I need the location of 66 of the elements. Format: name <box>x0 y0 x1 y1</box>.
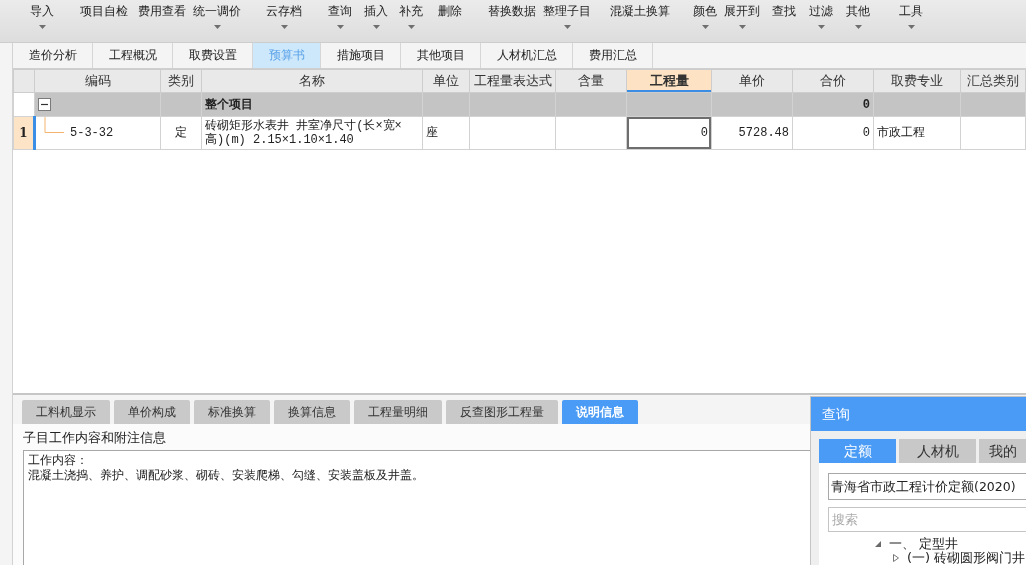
total-cell: 0 <box>792 92 874 117</box>
column-header[interactable]: 名称 <box>201 69 423 93</box>
toolbar-button[interactable]: 项目自检 <box>78 0 130 34</box>
expanded-arrow-icon[interactable] <box>874 540 882 548</box>
view-tab[interactable]: 人材机汇总 <box>481 43 573 68</box>
toolbar-button[interactable]: 替换数据 <box>486 0 538 34</box>
toolbar-button[interactable]: 整理子目 <box>541 0 593 34</box>
detail-tab[interactable]: 工料机显示 <box>22 400 110 424</box>
notes-line: 混凝土浇捣、养护、调配砂浆、砌砖、安装爬梯、勾缝、安装盖板及井盖。 <box>28 468 424 483</box>
view-tab[interactable]: 措施项目 <box>321 43 401 68</box>
toolbar-button[interactable]: 查找 <box>770 0 798 34</box>
fee-category-cell: 市政工程 <box>873 116 961 150</box>
toolbar-button[interactable]: 工具 <box>897 0 925 34</box>
toolbar-button[interactable]: 过滤 <box>807 0 835 34</box>
collapse-icon[interactable] <box>38 97 51 111</box>
column-header[interactable]: 汇总类别 <box>960 69 1026 93</box>
toolbar-button[interactable]: 补充 <box>397 0 425 34</box>
column-header[interactable]: 工程量 <box>626 69 712 93</box>
toolbar-button[interactable]: 统一调价 <box>191 0 243 34</box>
notes-line: 工作内容： <box>28 453 88 468</box>
name-cell: 整个项目 <box>201 92 423 117</box>
view-tab[interactable]: 费用汇总 <box>573 43 653 68</box>
column-header[interactable]: 单位 <box>422 69 470 93</box>
code-text: 5-3-32 <box>70 125 114 140</box>
detail-tab[interactable]: 标准换算 <box>194 400 270 424</box>
unit-cell: 座 <box>422 116 470 150</box>
detail-tab[interactable]: 工程量明细 <box>354 400 442 424</box>
quantity-cell[interactable]: 0 <box>626 116 712 150</box>
column-header[interactable]: 取费专业 <box>873 69 961 93</box>
toolbar-button[interactable]: 查询 <box>326 0 354 34</box>
column-header[interactable]: 合价 <box>792 69 874 93</box>
detail-tab[interactable]: 反查图形工程量 <box>446 400 558 424</box>
toolbar-button[interactable]: 其他 <box>844 0 872 34</box>
detail-tab[interactable]: 单价构成 <box>114 400 190 424</box>
row-number: 1 <box>13 116 35 150</box>
toolbar-button[interactable]: 展开到 <box>722 0 762 34</box>
tree-item[interactable]: 一、 定型井 <box>889 537 959 551</box>
column-header[interactable]: 含量 <box>555 69 627 93</box>
toolbar-button[interactable]: 插入 <box>362 0 390 34</box>
type-cell: 定 <box>160 116 202 150</box>
tree-connector-line <box>44 117 64 133</box>
total-cell: 0 <box>792 116 874 150</box>
column-header[interactable]: 工程量表达式 <box>469 69 556 93</box>
detail-tab[interactable]: 换算信息 <box>274 400 350 424</box>
query-tab[interactable]: 人材机 <box>899 439 976 463</box>
column-header[interactable]: 类别 <box>160 69 202 93</box>
column-header[interactable]: 单价 <box>711 69 793 93</box>
toolbar-button[interactable]: 云存档 <box>264 0 304 34</box>
view-tab[interactable]: 造价分析 <box>13 43 93 68</box>
query-dialog-title: 查询 <box>811 397 1026 431</box>
collapsed-arrow-icon[interactable] <box>892 554 900 562</box>
view-tab[interactable]: 工程概况 <box>93 43 173 68</box>
column-header[interactable]: 编码 <box>34 69 161 93</box>
toolbar-button[interactable]: 颜色 <box>691 0 719 34</box>
detail-title: 子目工作内容和附注信息 <box>23 430 166 446</box>
toolbar-button[interactable]: 导入 <box>28 0 56 34</box>
toolbar-button[interactable]: 删除 <box>436 0 464 34</box>
view-tab[interactable]: 其他项目 <box>401 43 481 68</box>
unit-price-cell: 5728.48 <box>711 116 793 150</box>
query-tab[interactable]: 我的 <box>979 439 1026 463</box>
tree-item[interactable]: (一) 砖砌圆形阀门井 <box>907 551 1026 565</box>
name-cell: 砖砌矩形水表井 井室净尺寸(长×宽×高)(m) 2.15×1.10×1.40 <box>201 116 423 150</box>
toolbar-button[interactable]: 费用查看 <box>136 0 188 34</box>
library-select[interactable]: 青海省市政工程计价定额(2020) <box>828 473 1026 500</box>
toolbar-button[interactable]: 混凝土换算 <box>608 0 672 34</box>
search-field[interactable]: 搜索 <box>828 507 1026 532</box>
